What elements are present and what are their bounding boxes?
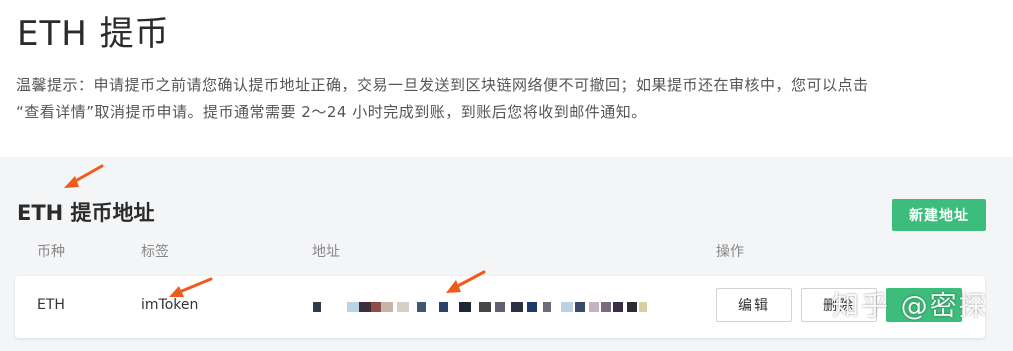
notice-line-1: 温馨提示：申请提币之前请您确认提币地址正确，交易一旦发送到区块链网络便不可撤回；… <box>16 76 869 94</box>
table-row: ETH imToken 编辑 删除 <box>15 276 985 338</box>
address-panel: ETH 提币地址 新建地址 币种 标签 地址 操作 ETH imToken 编辑… <box>0 157 1013 351</box>
annotation-arrow-icon <box>64 164 104 188</box>
notice-line-2: “查看详情”取消提币申请。提币通常需要 2～24 小时完成到账，到账后您将收到邮… <box>16 103 647 121</box>
column-header-currency: 币种 <box>37 244 65 260</box>
row-action-button[interactable] <box>886 288 962 322</box>
edit-button[interactable]: 编辑 <box>716 288 792 322</box>
page-title: ETH 提币 <box>17 14 170 54</box>
column-header-address: 地址 <box>312 244 340 260</box>
annotation-arrow-icon <box>169 277 213 297</box>
withdraw-notice: 温馨提示：申请提币之前请您确认提币地址正确，交易一旦发送到区块链网络便不可撤回；… <box>16 72 996 126</box>
annotation-arrow-icon <box>446 270 486 293</box>
column-header-actions: 操作 <box>716 244 744 260</box>
add-address-button[interactable]: 新建地址 <box>892 199 986 231</box>
column-header-label: 标签 <box>141 244 169 260</box>
currency-cell: ETH <box>37 297 65 313</box>
address-redaction-mosaic <box>313 302 653 314</box>
section-title: ETH 提币地址 <box>17 201 155 225</box>
delete-button[interactable]: 删除 <box>801 288 877 322</box>
